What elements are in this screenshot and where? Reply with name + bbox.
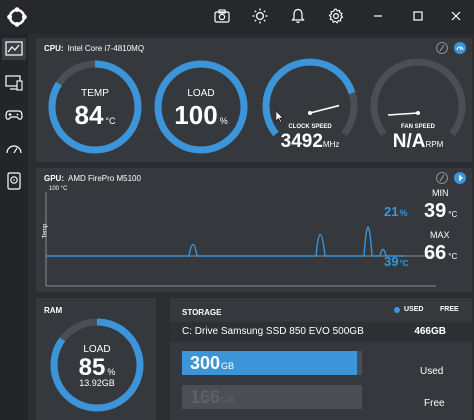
legend-free-label: FREE bbox=[440, 306, 459, 313]
storage-free-value: 166 bbox=[190, 387, 221, 407]
storage-free-bar: 166GB bbox=[182, 385, 362, 409]
close-icon[interactable] bbox=[444, 5, 468, 27]
app-logo-icon bbox=[0, 0, 34, 34]
cpu-load-gauge: LOAD 100% bbox=[152, 58, 250, 156]
gpu-load-unit: % bbox=[399, 208, 408, 218]
bell-icon[interactable] bbox=[286, 5, 310, 27]
storage-used-value: 300 bbox=[190, 353, 221, 373]
speedometer-icon[interactable] bbox=[2, 138, 26, 160]
cpu-fan-readout: N/ARPM bbox=[366, 131, 470, 153]
cpu-stats-icon[interactable] bbox=[436, 42, 448, 54]
gpu-temp-value: 39 bbox=[384, 254, 399, 269]
gpu-name: AMD FirePro M5100 bbox=[68, 174, 141, 183]
cpu-load-label: LOAD bbox=[187, 88, 215, 99]
maximize-icon[interactable] bbox=[406, 5, 430, 27]
mouse-cursor-icon bbox=[275, 110, 284, 128]
gear-icon[interactable] bbox=[324, 5, 348, 27]
storage-title: STORAGE bbox=[182, 308, 222, 317]
ram-title: RAM bbox=[44, 306, 63, 315]
gpu-title: GPU: AMD FirePro M5100 bbox=[44, 174, 141, 183]
gpu-min-value: 39 bbox=[424, 200, 447, 222]
gpu-load-readout: 21% bbox=[384, 204, 407, 219]
gpu-graph bbox=[45, 192, 436, 287]
cpu-label: CPU: bbox=[44, 44, 64, 53]
cpu-name: Intel Core i7-4810MQ bbox=[67, 44, 145, 53]
gpu-y-top-label: 100 °C bbox=[49, 186, 68, 192]
gpu-max-value: 66 bbox=[424, 242, 447, 264]
cpu-temp-readout: 84 °C bbox=[46, 100, 144, 131]
drive-name: C: Drive Samsung SSD 850 EVO 500GB bbox=[182, 326, 364, 337]
cpu-fan-label: FAN SPEED bbox=[400, 124, 435, 130]
title-bar bbox=[0, 0, 474, 34]
gpu-min-unit: °C bbox=[448, 210, 458, 219]
brightness-icon[interactable] bbox=[248, 5, 272, 27]
storage-used-bar: 300GB bbox=[182, 351, 362, 375]
minimize-icon[interactable] bbox=[366, 5, 390, 27]
dashboard-icon[interactable] bbox=[2, 38, 26, 60]
drive-row[interactable]: C: Drive Samsung SSD 850 EVO 500GB 466GB bbox=[170, 322, 472, 342]
sidebar bbox=[0, 34, 28, 420]
gpu-max-label: MAX bbox=[430, 230, 450, 240]
ram-load-gauge: LOAD 85% 13.92GB bbox=[48, 316, 146, 414]
gpu-temp-readout: 39°C bbox=[384, 254, 408, 269]
cpu-load-readout: 100% bbox=[152, 100, 250, 131]
gpu-label: GPU: bbox=[44, 174, 64, 183]
storage-free-unit: GB bbox=[221, 395, 235, 405]
gpu-fan-icon[interactable] bbox=[454, 172, 466, 184]
cpu-clock-label: CLOCK SPEED bbox=[288, 124, 332, 130]
cpu-clock-gauge: CLOCK SPEED 3492MHz bbox=[258, 58, 362, 162]
cpu-temp-value: 84 bbox=[74, 100, 104, 130]
legend-used-label: USED bbox=[404, 306, 424, 313]
cpu-fan-gauge: FAN SPEED N/ARPM bbox=[366, 58, 470, 162]
gpu-y-axis-label: Temp bbox=[42, 223, 49, 239]
gamepad-icon[interactable] bbox=[2, 104, 26, 126]
cpu-temp-label: TEMP bbox=[81, 88, 109, 99]
ram-load-unit: % bbox=[107, 367, 116, 377]
cpu-panel: CPU: Intel Core i7-4810MQ TEMP 84 °C LOAD … bbox=[36, 38, 472, 162]
ram-panel: RAM LOAD 85% 13.92GB bbox=[36, 298, 156, 420]
ram-used-value: 13.92GB bbox=[79, 378, 115, 388]
cpu-load-unit: % bbox=[219, 116, 228, 126]
cpu-clock-readout: 3492MHz bbox=[258, 131, 362, 153]
cpu-clock-unit: MHz bbox=[322, 140, 340, 149]
monitor-icon[interactable] bbox=[2, 72, 26, 94]
storage-icon[interactable] bbox=[2, 170, 26, 192]
cpu-fan-unit: RPM bbox=[425, 140, 444, 149]
storage-used-readout: 300GB bbox=[190, 353, 234, 374]
gpu-min-label: MIN bbox=[432, 188, 449, 198]
cpu-fan-value: N/A bbox=[392, 131, 426, 152]
gpu-max-unit: °C bbox=[448, 252, 458, 261]
gpu-max-readout: 66 °C bbox=[424, 242, 457, 265]
cpu-title: CPU: Intel Core i7-4810MQ bbox=[44, 44, 144, 53]
camera-icon[interactable] bbox=[210, 5, 234, 27]
gpu-min-readout: 39 °C bbox=[424, 200, 457, 223]
cpu-monitor-icon[interactable] bbox=[454, 42, 466, 54]
cpu-load-value: 100 bbox=[174, 100, 218, 130]
drive-size: 466GB bbox=[414, 326, 446, 337]
storage-used-unit: GB bbox=[221, 361, 235, 371]
cpu-clock-value: 3492 bbox=[280, 131, 323, 152]
legend-used-dot bbox=[394, 307, 400, 313]
storage-used-label: Used bbox=[420, 366, 444, 377]
storage-free-readout: 166GB bbox=[190, 387, 234, 408]
gpu-load-value: 21 bbox=[384, 204, 399, 219]
ram-load-value: 85 bbox=[78, 354, 106, 381]
cpu-temp-gauge: TEMP 84 °C bbox=[46, 58, 144, 156]
gpu-temp-unit: °C bbox=[399, 259, 409, 268]
gpu-panel: GPU: AMD FirePro M5100 100 °C Temp 21% 39… bbox=[36, 168, 472, 292]
storage-free-label: Free bbox=[424, 398, 445, 409]
gpu-stats-icon[interactable] bbox=[436, 172, 448, 184]
cpu-temp-unit: °C bbox=[105, 116, 116, 126]
